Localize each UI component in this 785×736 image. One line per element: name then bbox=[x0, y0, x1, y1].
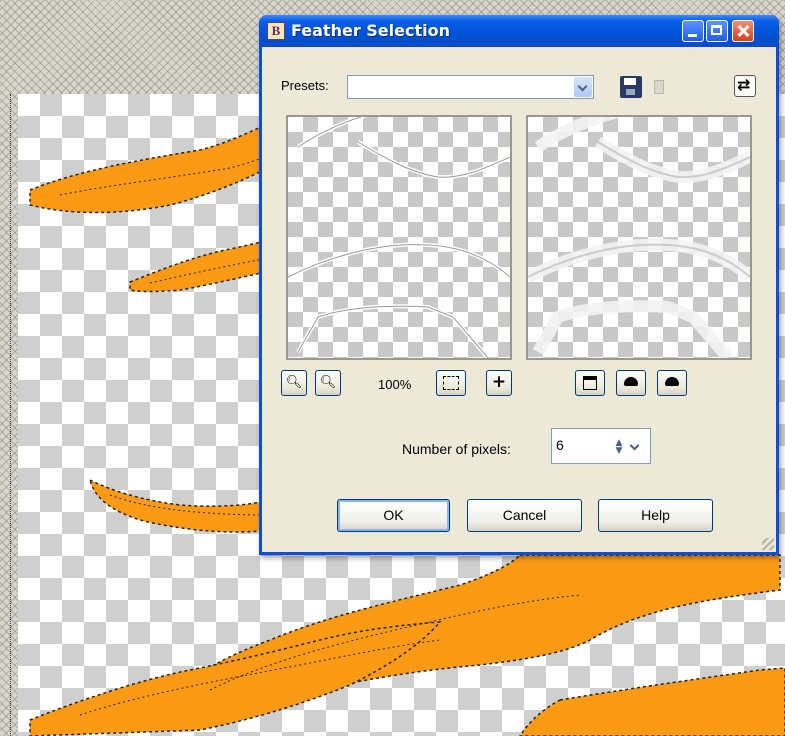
zoom-out-icon[interactable]: 🔍︎ bbox=[281, 370, 307, 396]
preview-on-image-icon[interactable] bbox=[657, 370, 687, 396]
spinner-icon[interactable]: ▲ ▼ bbox=[612, 439, 626, 456]
chevron-down-icon[interactable] bbox=[628, 439, 642, 455]
reset-defaults-icon[interactable] bbox=[734, 75, 756, 97]
feather-selection-dialog: B Feather Selection Presets: ⇄ 🔍︎ 🔍︎ 100… bbox=[259, 15, 779, 555]
flame-shape-5 bbox=[29, 621, 442, 736]
flame-shape-3 bbox=[88, 478, 271, 533]
preview-after[interactable] bbox=[526, 115, 752, 360]
minimize-button[interactable] bbox=[682, 20, 704, 42]
pan-icon[interactable]: + bbox=[486, 370, 512, 396]
dialog-title: Feather Selection bbox=[291, 21, 450, 40]
zoom-to-fit-icon[interactable] bbox=[436, 370, 466, 396]
number-of-pixels-field: ▲▼ bbox=[551, 428, 651, 464]
number-of-pixels-label: Number of pixels: bbox=[402, 441, 511, 457]
auto-proof-icon[interactable] bbox=[616, 370, 646, 396]
cancel-button[interactable]: Cancel bbox=[467, 499, 582, 532]
before-selection-outline bbox=[288, 117, 510, 358]
maximize-button[interactable] bbox=[706, 20, 728, 42]
preview-before[interactable] bbox=[286, 115, 512, 360]
flame-shape-6 bbox=[519, 667, 785, 736]
delete-preset-icon[interactable] bbox=[648, 76, 670, 98]
zoom-in-icon[interactable]: 🔍︎ bbox=[315, 370, 341, 396]
app-icon: B bbox=[267, 22, 285, 40]
resize-grip[interactable] bbox=[762, 538, 774, 550]
after-feathered-outline bbox=[528, 117, 750, 358]
close-button[interactable] bbox=[732, 20, 754, 42]
number-of-pixels-input[interactable] bbox=[556, 433, 598, 457]
ok-button[interactable]: OK bbox=[337, 499, 450, 532]
zoom-level: 100% bbox=[378, 377, 412, 392]
help-button[interactable]: Help bbox=[598, 499, 713, 532]
presets-dropdown[interactable] bbox=[347, 75, 594, 99]
proof-icon[interactable] bbox=[575, 370, 605, 396]
save-preset-icon[interactable] bbox=[620, 76, 642, 98]
presets-label: Presets: bbox=[281, 78, 329, 93]
chevron-down-icon[interactable] bbox=[574, 77, 592, 97]
title-bar[interactable]: B Feather Selection bbox=[259, 15, 779, 47]
